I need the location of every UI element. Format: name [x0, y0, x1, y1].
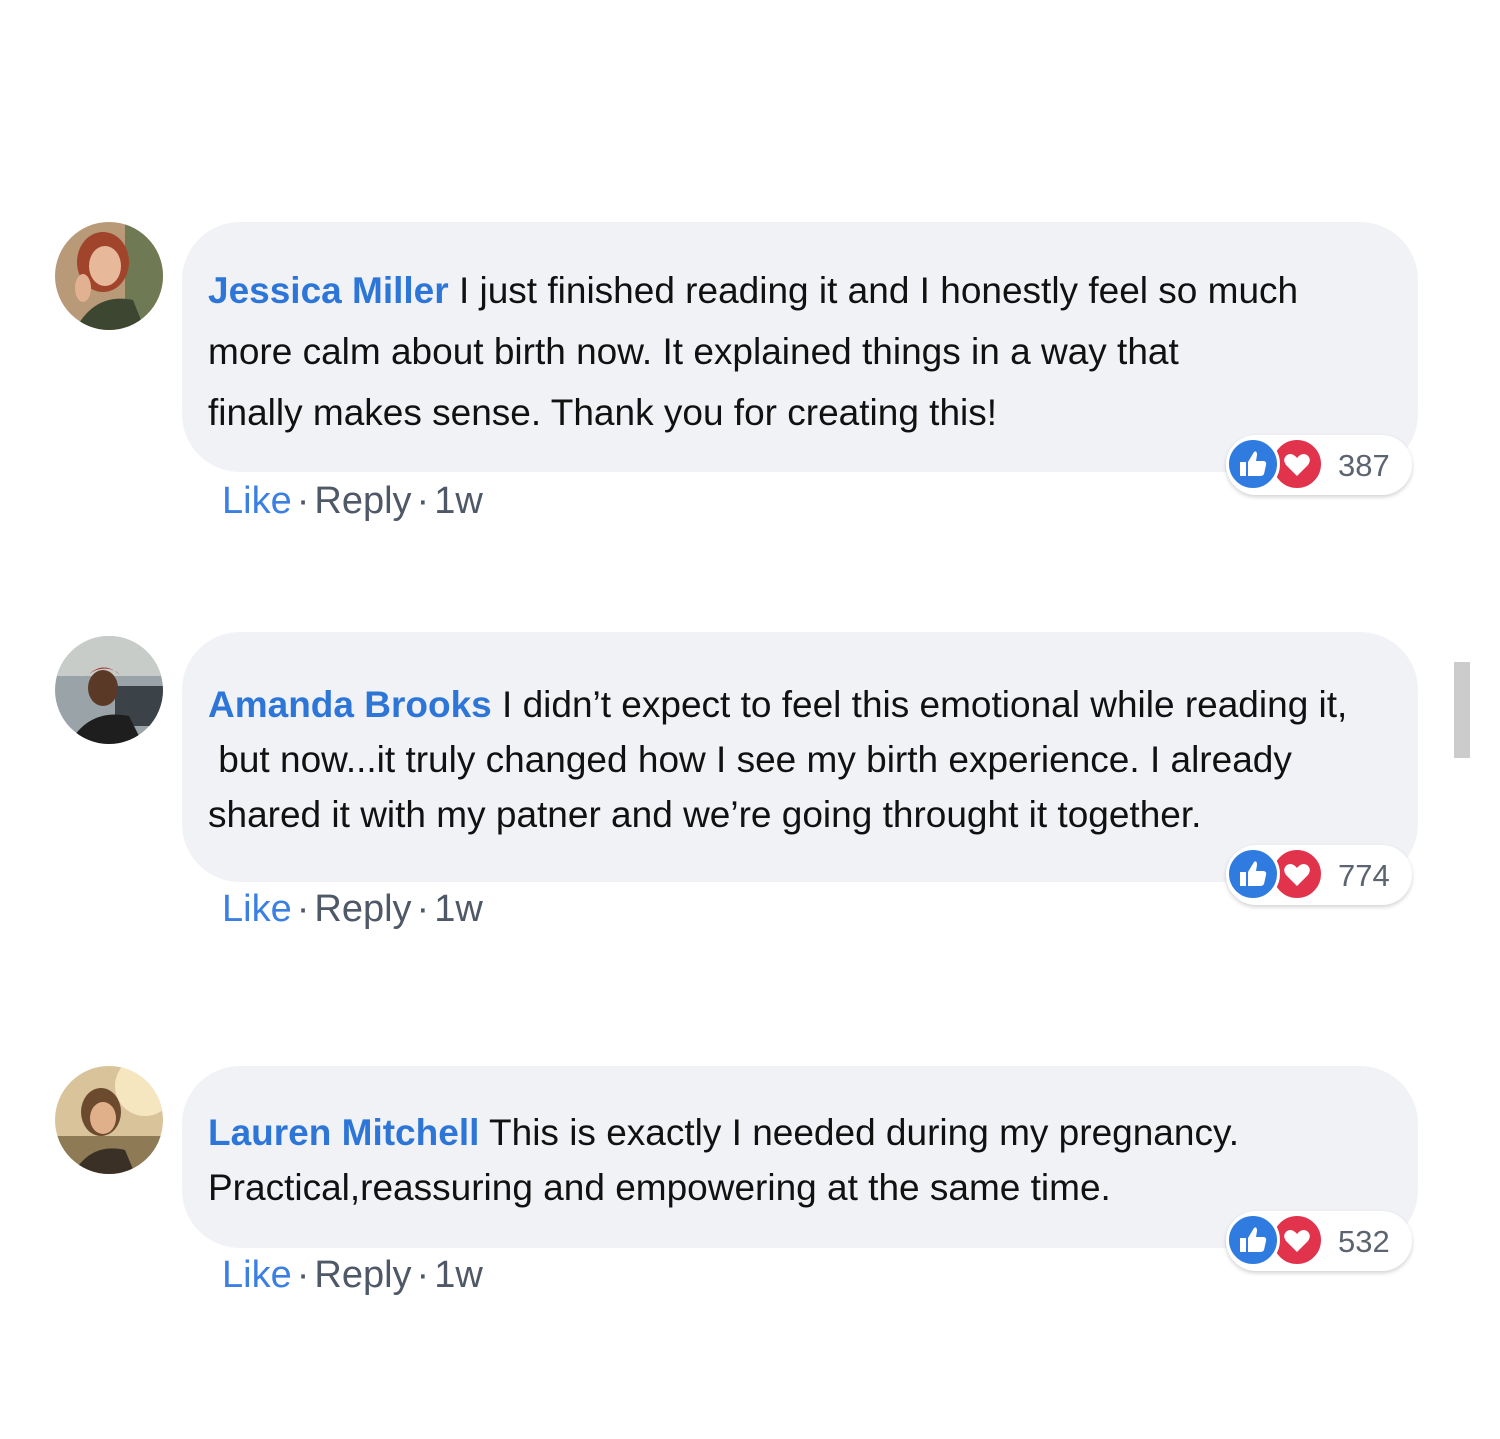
avatar[interactable]	[55, 222, 163, 330]
like-icon	[1226, 847, 1280, 901]
reaction-summary[interactable]: 532	[1226, 1211, 1412, 1271]
comment-text: but now...it truly changed how I see my …	[208, 739, 1292, 780]
comment-bubble: Jessica Miller I just finished reading i…	[182, 222, 1418, 472]
author-name[interactable]: Jessica Miller	[208, 270, 449, 311]
avatar[interactable]	[55, 636, 163, 744]
reaction-summary[interactable]: 387	[1226, 435, 1412, 495]
author-name[interactable]: Lauren Mitchell	[208, 1112, 479, 1153]
comment-text: I just finished reading it and I honestl…	[458, 270, 1299, 311]
comment-actions: Like · Reply · 1w	[222, 480, 483, 523]
separator: ·	[416, 480, 430, 522]
separator: ·	[296, 888, 310, 930]
comment-text: more calm about birth now. It explained …	[208, 331, 1179, 372]
separator: ·	[296, 1254, 310, 1296]
like-link[interactable]: Like	[222, 888, 292, 930]
separator: ·	[416, 1254, 430, 1296]
comment-text: Practical,reassuring and empowering at t…	[208, 1167, 1111, 1208]
reply-link[interactable]: Reply	[314, 1254, 411, 1296]
timestamp[interactable]: 1w	[434, 888, 483, 930]
like-icon	[1226, 1213, 1280, 1267]
comment-bubble: Amanda Brooks I didn’t expect to feel th…	[182, 632, 1418, 882]
timestamp[interactable]: 1w	[434, 1254, 483, 1296]
reply-link[interactable]: Reply	[314, 888, 411, 930]
like-icon	[1226, 437, 1280, 491]
comment-text: finally makes sense. Thank you for creat…	[208, 392, 998, 433]
comment-text: This is exactly I needed during my pregn…	[489, 1112, 1239, 1153]
comment-text: I didn’t expect to feel this emotional w…	[502, 684, 1348, 725]
comment-line: Lauren Mitchell This is exactly I needed…	[208, 1112, 1438, 1154]
comment-actions: Like · Reply · 1w	[222, 1254, 483, 1297]
comment-line: Amanda Brooks I didn’t expect to feel th…	[208, 684, 1438, 726]
reaction-count: 532	[1338, 1224, 1390, 1259]
reply-link[interactable]: Reply	[314, 480, 411, 522]
comment-actions: Like · Reply · 1w	[222, 888, 483, 931]
separator: ·	[296, 480, 310, 522]
comment-text: shared it with my patner and we’re going…	[208, 794, 1202, 835]
scrollbar-thumb[interactable]	[1454, 662, 1470, 758]
timestamp[interactable]: 1w	[434, 480, 483, 522]
separator: ·	[416, 888, 430, 930]
author-name[interactable]: Amanda Brooks	[208, 684, 492, 725]
reaction-count: 774	[1338, 858, 1390, 893]
avatar[interactable]	[55, 1066, 163, 1174]
comment-line: Jessica Miller I just finished reading i…	[208, 270, 1438, 312]
reaction-count: 387	[1338, 448, 1390, 483]
like-link[interactable]: Like	[222, 1254, 292, 1296]
reaction-summary[interactable]: 774	[1226, 845, 1412, 905]
like-link[interactable]: Like	[222, 480, 292, 522]
